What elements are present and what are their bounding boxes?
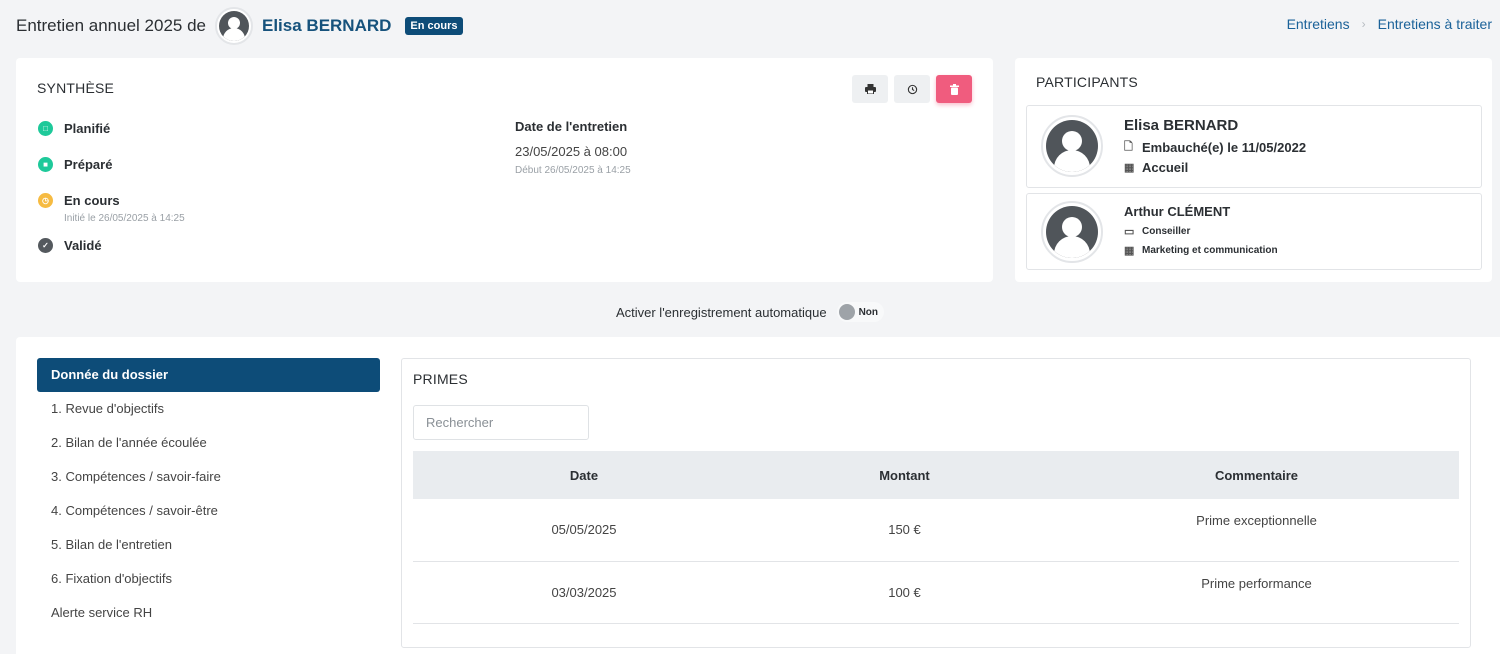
synthese-toolbar [852, 75, 972, 103]
participant-avatar [1041, 201, 1103, 263]
toggle-knob [838, 304, 855, 320]
section-nav: Donnée du dossier 1. Revue d'objectifs 2… [37, 358, 380, 630]
participant-role: ▭ Conseiller [1124, 226, 1191, 238]
autosave-row: Activer l'enregistrement automatique Non [0, 302, 1500, 322]
step-label: Validé [64, 237, 102, 253]
participant-name: Arthur CLÉMENT [1124, 204, 1231, 219]
nav-item-fixation-objectifs[interactable]: 6. Fixation d'objectifs [37, 562, 380, 596]
document-icon: 🗋 [1124, 141, 1133, 153]
id-card-icon: ▭ [1124, 226, 1135, 238]
building-icon: ▦ [1124, 162, 1135, 174]
step-valide: ✓ Validé [38, 235, 185, 255]
nav-item-competences-savoir-etre[interactable]: 4. Compétences / savoir-être [37, 494, 380, 528]
autosave-toggle[interactable]: Non [836, 302, 885, 322]
column-header-montant[interactable]: Montant [755, 451, 1054, 499]
cell-amount: 100 € [755, 561, 1054, 624]
date-value: 23/05/2025 à 08:00 [515, 144, 628, 159]
date-label: Date de l'entretien [515, 119, 628, 134]
nav-item-revue-objectifs[interactable]: 1. Revue d'objectifs [37, 392, 380, 426]
step-prepare: ■ Préparé [38, 154, 185, 174]
breadcrumb: Entretiens › Entretiens à traiter [1287, 16, 1492, 32]
chevron-right-icon: › [1361, 17, 1366, 31]
column-header-date[interactable]: Date [413, 451, 755, 499]
clock-icon: ◷ [38, 192, 53, 208]
participant-name: Elisa BERNARD [1124, 117, 1239, 134]
primes-table: Date Montant Commentaire 05/05/2025 150 … [413, 451, 1459, 624]
participant-info: Elisa BERNARD 🗋 Embauché(e) le 11/05/202… [1124, 117, 1306, 175]
cell-comment: Prime exceptionnelle [1054, 499, 1459, 562]
date-start: Début 26/05/2025 à 14:25 [515, 165, 631, 176]
nav-item-competences-savoir-faire[interactable]: 3. Compétences / savoir-faire [37, 460, 380, 494]
employee-avatar [215, 7, 253, 45]
history-button[interactable] [894, 75, 930, 103]
print-button[interactable] [852, 75, 888, 103]
participant-department: ▦ Marketing et communication [1124, 245, 1278, 257]
nav-item-bilan-annee[interactable]: 2. Bilan de l'année écoulée [37, 426, 380, 460]
column-header-commentaire[interactable]: Commentaire [1054, 451, 1459, 499]
cell-comment: Prime performance [1054, 561, 1459, 624]
participant-card[interactable]: Elisa BERNARD 🗋 Embauché(e) le 11/05/202… [1026, 105, 1482, 188]
dossier-panel: Donnée du dossier 1. Revue d'objectifs 2… [16, 337, 1500, 654]
print-icon [864, 84, 876, 94]
participant-info: Arthur CLÉMENT ▭ Conseiller ▦ Marketing … [1124, 204, 1278, 257]
status-badge: En cours [405, 17, 463, 35]
autosave-label: Activer l'enregistrement automatique [615, 304, 827, 320]
history-icon [907, 84, 917, 94]
table-row[interactable]: 05/05/2025 150 € Prime exceptionnelle [413, 499, 1459, 562]
delete-button[interactable] [936, 75, 972, 103]
breadcrumb-entretiens[interactable]: Entretiens [1287, 16, 1350, 32]
synthese-card: SYNTHÈSE □ Planifié ■ Préparé ◷ En cours… [16, 58, 993, 282]
employee-name[interactable]: Elisa BERNARD [262, 16, 391, 36]
page-header: Entretien annuel 2025 de Elisa BERNARD E… [16, 7, 463, 45]
synthese-title: SYNTHÈSE [37, 80, 115, 96]
step-label: Préparé [64, 156, 113, 172]
participant-department: ▦ Accueil [1124, 160, 1189, 175]
participants-card: PARTICIPANTS Elisa BERNARD 🗋 Embauché(e)… [1015, 58, 1492, 282]
check-icon: ✓ [38, 237, 53, 253]
participant-hire-date: 🗋 Embauché(e) le 11/05/2022 [1124, 140, 1307, 155]
participant-avatar [1041, 115, 1103, 177]
toggle-label: Non [858, 306, 879, 318]
cell-amount: 150 € [755, 499, 1054, 562]
step-note: Initié le 26/05/2025 à 14:25 [64, 213, 185, 224]
primes-title: PRIMES [413, 371, 468, 387]
step-label: En cours [64, 192, 120, 208]
nav-item-donnee-dossier[interactable]: Donnée du dossier [37, 358, 380, 392]
nav-item-bilan-entretien[interactable]: 5. Bilan de l'entretien [37, 528, 380, 562]
status-timeline: □ Planifié ■ Préparé ◷ En cours Initié l… [38, 118, 185, 255]
participant-card[interactable]: Arthur CLÉMENT ▭ Conseiller ▦ Marketing … [1026, 193, 1482, 270]
step-en-cours: ◷ En cours [38, 190, 185, 210]
table-header-row: Date Montant Commentaire [413, 451, 1459, 499]
primes-section: PRIMES Date Montant Commentaire 05/05/20… [401, 358, 1471, 648]
table-row[interactable]: 03/03/2025 100 € Prime performance [413, 561, 1459, 624]
cell-date: 03/03/2025 [413, 561, 755, 624]
trash-icon [949, 83, 959, 95]
document-icon: ■ [38, 156, 53, 172]
cell-date: 05/05/2025 [413, 499, 755, 562]
participants-title: PARTICIPANTS [1036, 74, 1138, 90]
building-icon: ▦ [1124, 245, 1135, 257]
search-input[interactable] [413, 405, 589, 440]
step-planifie: □ Planifié [38, 118, 185, 138]
entretien-date: Date de l'entretien 23/05/2025 à 08:00 D… [515, 119, 631, 176]
breadcrumb-entretiens-a-traiter[interactable]: Entretiens à traiter [1378, 16, 1492, 32]
page-title: Entretien annuel 2025 de [16, 16, 206, 35]
calendar-icon: □ [38, 120, 53, 136]
step-label: Planifié [64, 120, 111, 136]
nav-item-alerte-rh[interactable]: Alerte service RH [37, 596, 380, 630]
